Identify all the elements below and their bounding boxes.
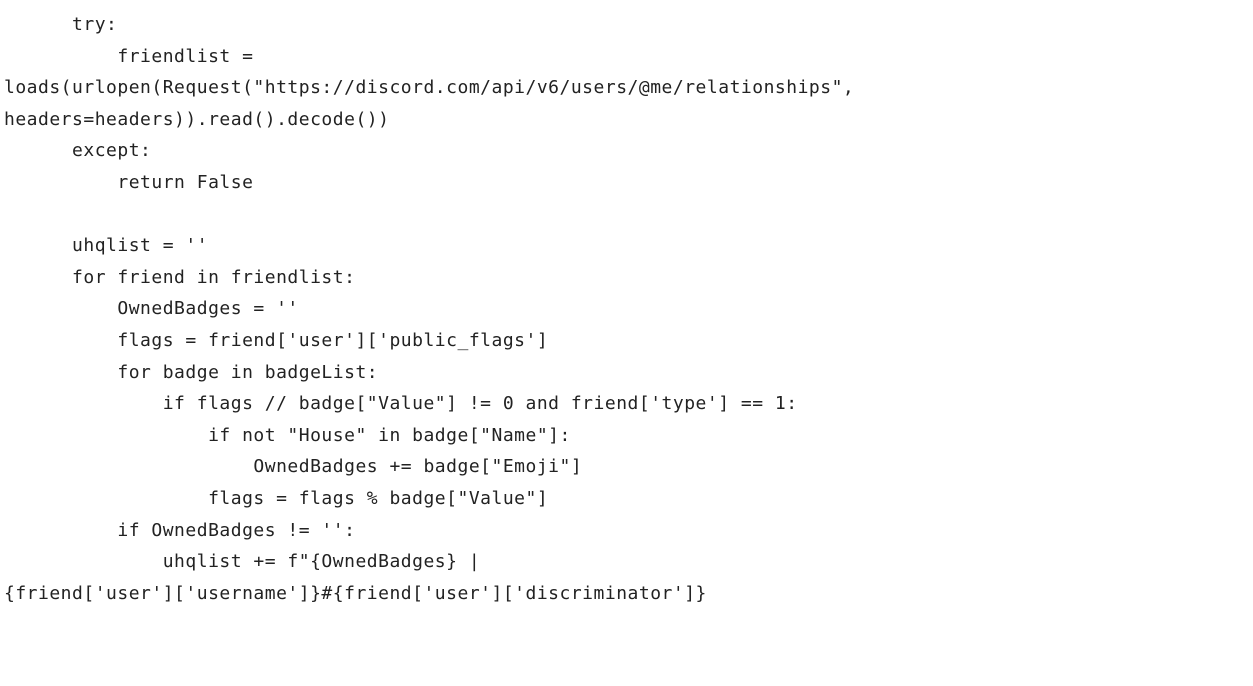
- code-block: try: friendlist = loads(urlopen(Request(…: [0, 0, 1253, 620]
- code-content: try: friendlist = loads(urlopen(Request(…: [4, 14, 854, 604]
